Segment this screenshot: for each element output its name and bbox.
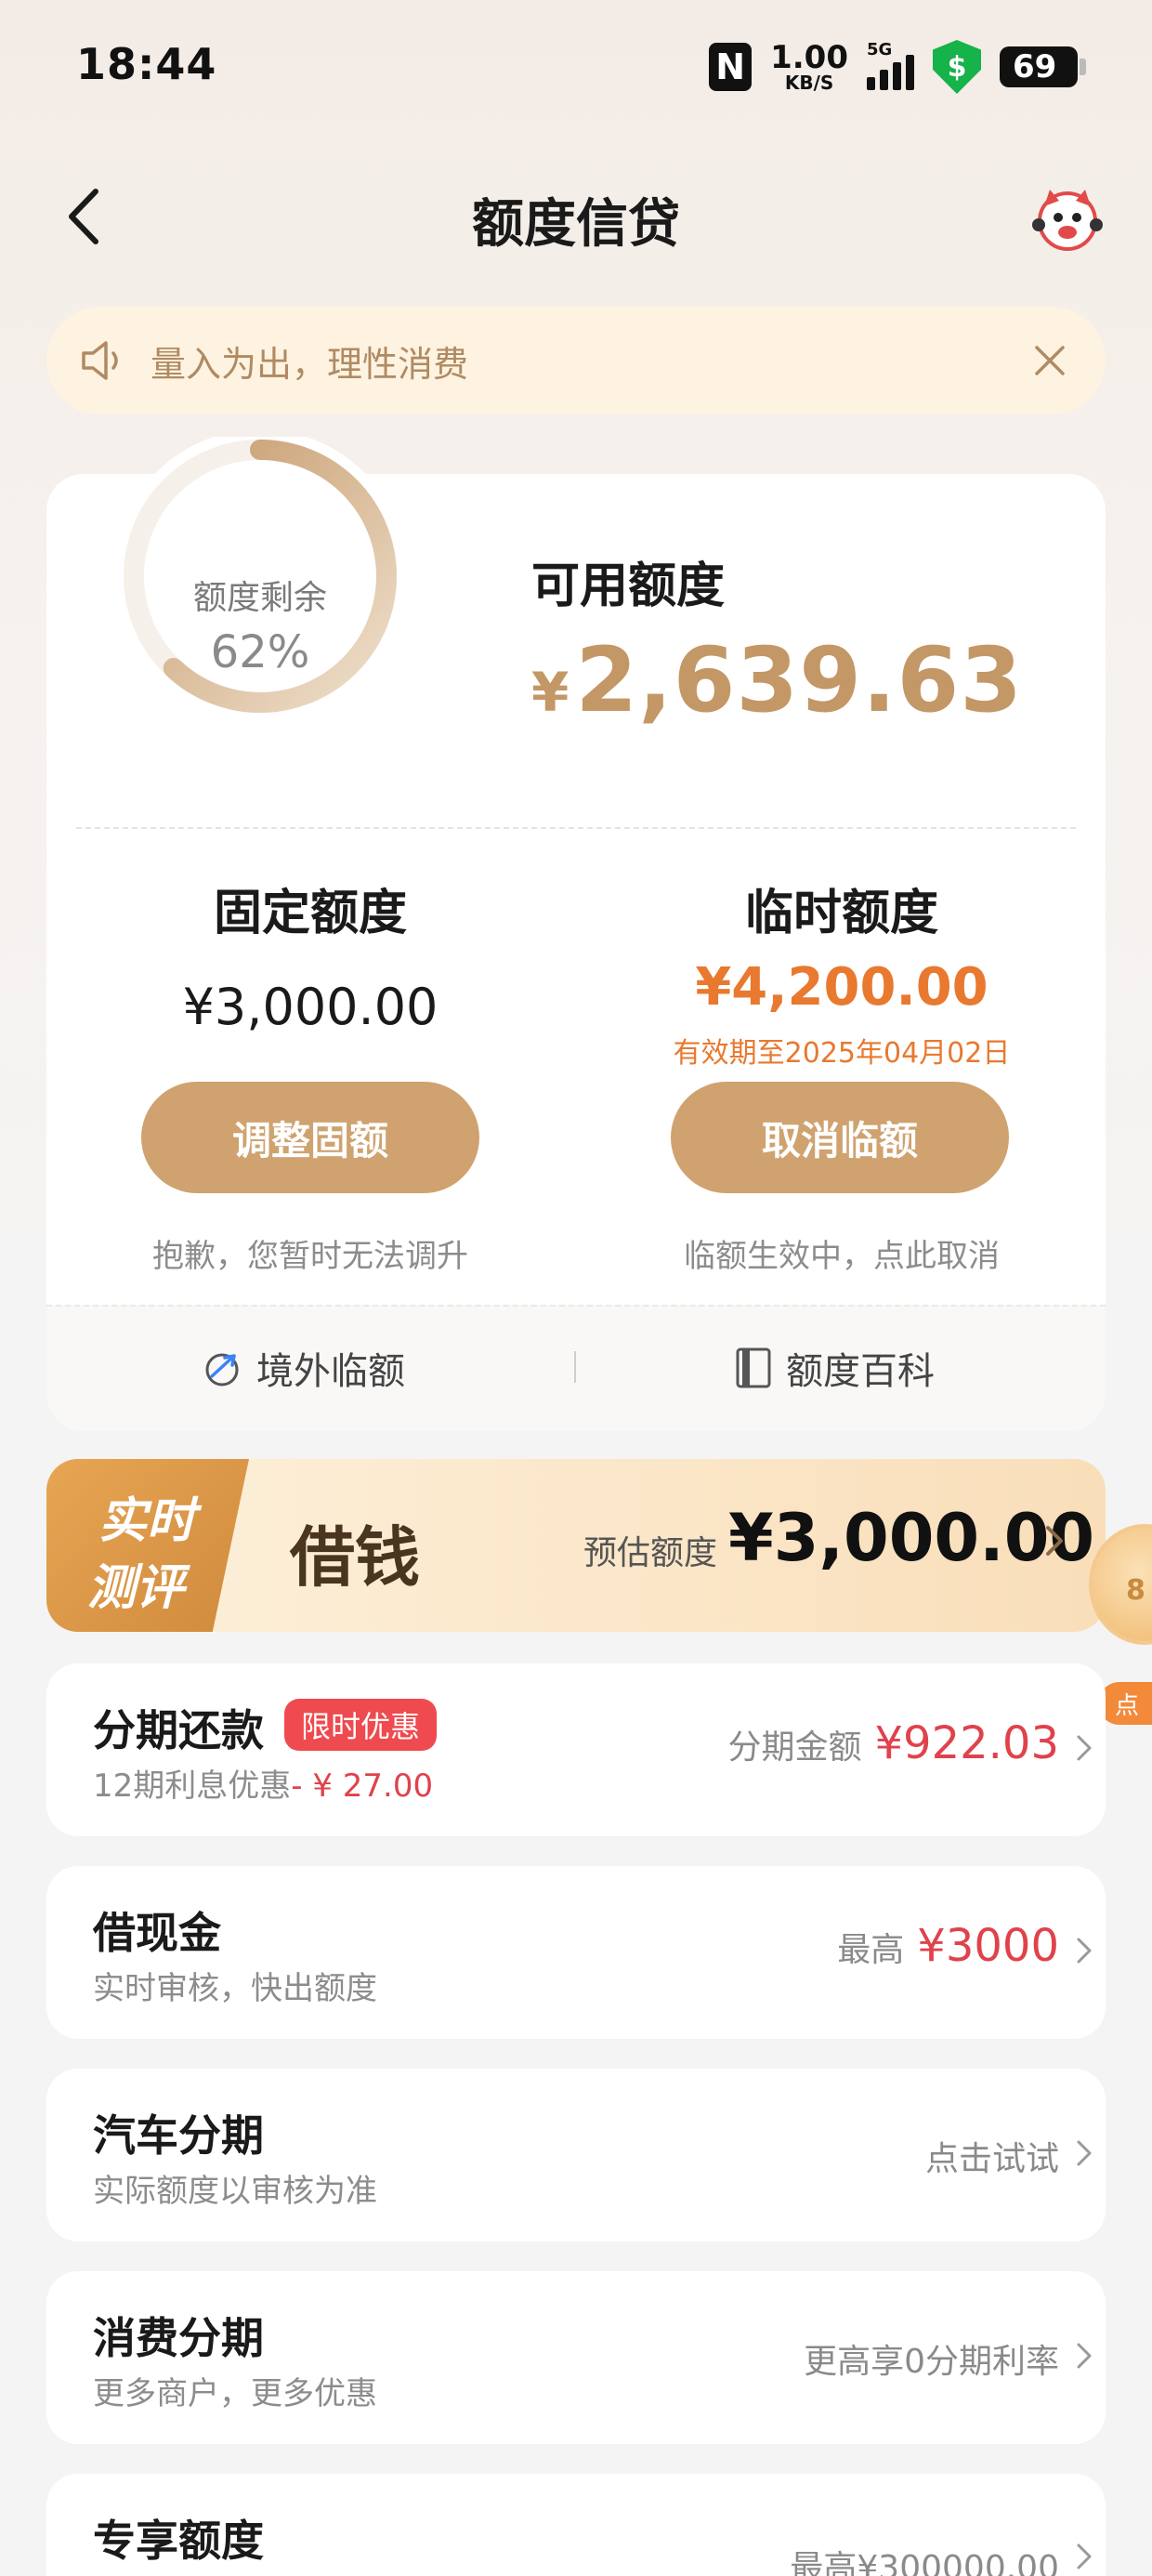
item-right: 点击试试	[925, 2132, 1059, 2180]
overseas-temp-limit-label: 境外临额	[256, 1350, 405, 1393]
available-amount: ¥2,639.63	[531, 628, 1023, 732]
chevron-right-icon	[1046, 1526, 1063, 1556]
floating-coin-text: 8	[1126, 1574, 1145, 1607]
item-right-label: 最高	[837, 1931, 905, 1969]
estimate-value: ¥3,000.00	[728, 1500, 1095, 1576]
page-title: 额度信贷	[472, 194, 680, 255]
item-subtitle: 实时审核，快出额度	[93, 1970, 377, 2007]
status-time: 18:44	[76, 39, 217, 89]
book-icon	[736, 1347, 771, 1388]
fixed-limit-amount: ¥3,000.00	[182, 978, 439, 1036]
battery-level: 69	[1013, 48, 1057, 85]
network-speed: 1.00 KB/S	[770, 42, 848, 92]
interest-discount: - ¥ 27.00	[291, 1768, 434, 1805]
item-right-label: 点击试试	[924, 2140, 1059, 2178]
item-right-value: ¥922.03	[874, 1717, 1060, 1769]
item-right-label: 最高¥300000.00	[790, 2549, 1059, 2576]
limit-wiki-label: 额度百科	[786, 1350, 935, 1393]
chevron-right-icon	[1077, 2343, 1092, 2369]
item-title: 分期还款	[93, 1705, 264, 1755]
fixed-limit-title: 固定额度	[213, 886, 407, 941]
ring-label: 额度剩余	[192, 579, 327, 617]
footer-divider	[574, 1351, 576, 1383]
signal-icon: 5G	[867, 40, 914, 90]
item-subtitle: 实际额度以审核为准	[93, 2173, 377, 2210]
item-right-value: ¥3000	[917, 1920, 1059, 1972]
chevron-right-icon	[1077, 1735, 1092, 1761]
chevron-right-icon	[1077, 2140, 1092, 2166]
network-speed-unit: KB/S	[784, 72, 834, 94]
fixed-limit-note: 抱歉，您暂时无法调升	[152, 1238, 468, 1275]
chevron-right-icon	[1077, 2543, 1092, 2569]
notice-text: 量入为出，理性消费	[151, 343, 469, 385]
item-title: 专享额度	[93, 2516, 264, 2566]
badge-line-1: 实时	[98, 1493, 195, 1549]
security-shield-icon: $	[933, 40, 981, 94]
item-right-label: 分期金额	[727, 1728, 862, 1767]
network-type: 5G	[867, 40, 893, 59]
adjust-fixed-limit-button[interactable]: 调整固额	[141, 1082, 479, 1193]
item-title: 消费分期	[93, 2313, 264, 2363]
status-bar: 18:44 N 1.00 KB/S 5G $ 69	[0, 0, 1152, 139]
item-subtitle: 更多商户，更多优惠	[93, 2375, 377, 2412]
item-title: 借现金	[93, 1908, 221, 1958]
item-subtitle-text: 12期利息优惠	[93, 1768, 292, 1805]
ring-percent: 62%	[210, 626, 310, 678]
notice-bar: 量入为出，理性消费	[46, 307, 1106, 414]
nfc-icon: N	[709, 43, 753, 91]
temp-limit-validity: 有效期至2025年04月02日	[673, 1037, 1011, 1070]
available-label: 可用额度	[531, 559, 726, 614]
available-currency: ¥	[531, 661, 570, 724]
speaker-icon	[82, 341, 118, 380]
temp-limit-title: 临时额度	[744, 886, 938, 941]
available-value: 2,639.63	[575, 628, 1024, 732]
cancel-temp-limit-button[interactable]: 取消临额	[671, 1082, 1009, 1193]
network-speed-value: 1.00	[770, 39, 848, 76]
borrow-title: 借钱	[290, 1518, 420, 1596]
mascot-avatar-icon[interactable]	[1031, 182, 1104, 255]
item-title: 汽车分期	[93, 2110, 264, 2161]
divider	[76, 827, 1076, 829]
floating-pill[interactable]: 点	[1098, 1682, 1152, 1725]
item-right: 最高 ¥3000	[837, 1920, 1059, 1972]
promo-tag: 限时优惠	[284, 1699, 438, 1751]
overseas-temp-limit-link[interactable]: 境外临额	[201, 1338, 405, 1398]
status-icons: N 1.00 KB/S 5G $ 69	[709, 40, 1086, 94]
limit-wiki-link[interactable]: 额度百科	[734, 1338, 935, 1398]
close-icon[interactable]	[1031, 342, 1068, 379]
item-right-label: 更高享0分期利率	[804, 2343, 1059, 2381]
item-subtitle: 12期利息优惠- ¥ 27.00	[93, 1760, 433, 1806]
plane-globe-icon	[205, 1353, 239, 1387]
item-right: 分期金额 ¥922.03	[727, 1717, 1059, 1769]
chevron-right-icon	[1077, 1938, 1092, 1964]
item-right: 最高¥300000.00	[790, 2541, 1059, 2576]
estimate-label: 预估额度	[583, 1534, 718, 1572]
temp-limit-note[interactable]: 临额生效中，点此取消	[628, 1230, 1055, 1276]
item-right: 更高享0分期利率	[804, 2334, 1059, 2383]
badge-line-2: 测评	[86, 1560, 184, 1616]
temp-limit-amount: ¥4,200.00	[695, 957, 988, 1018]
battery-icon: 69	[1000, 46, 1086, 87]
